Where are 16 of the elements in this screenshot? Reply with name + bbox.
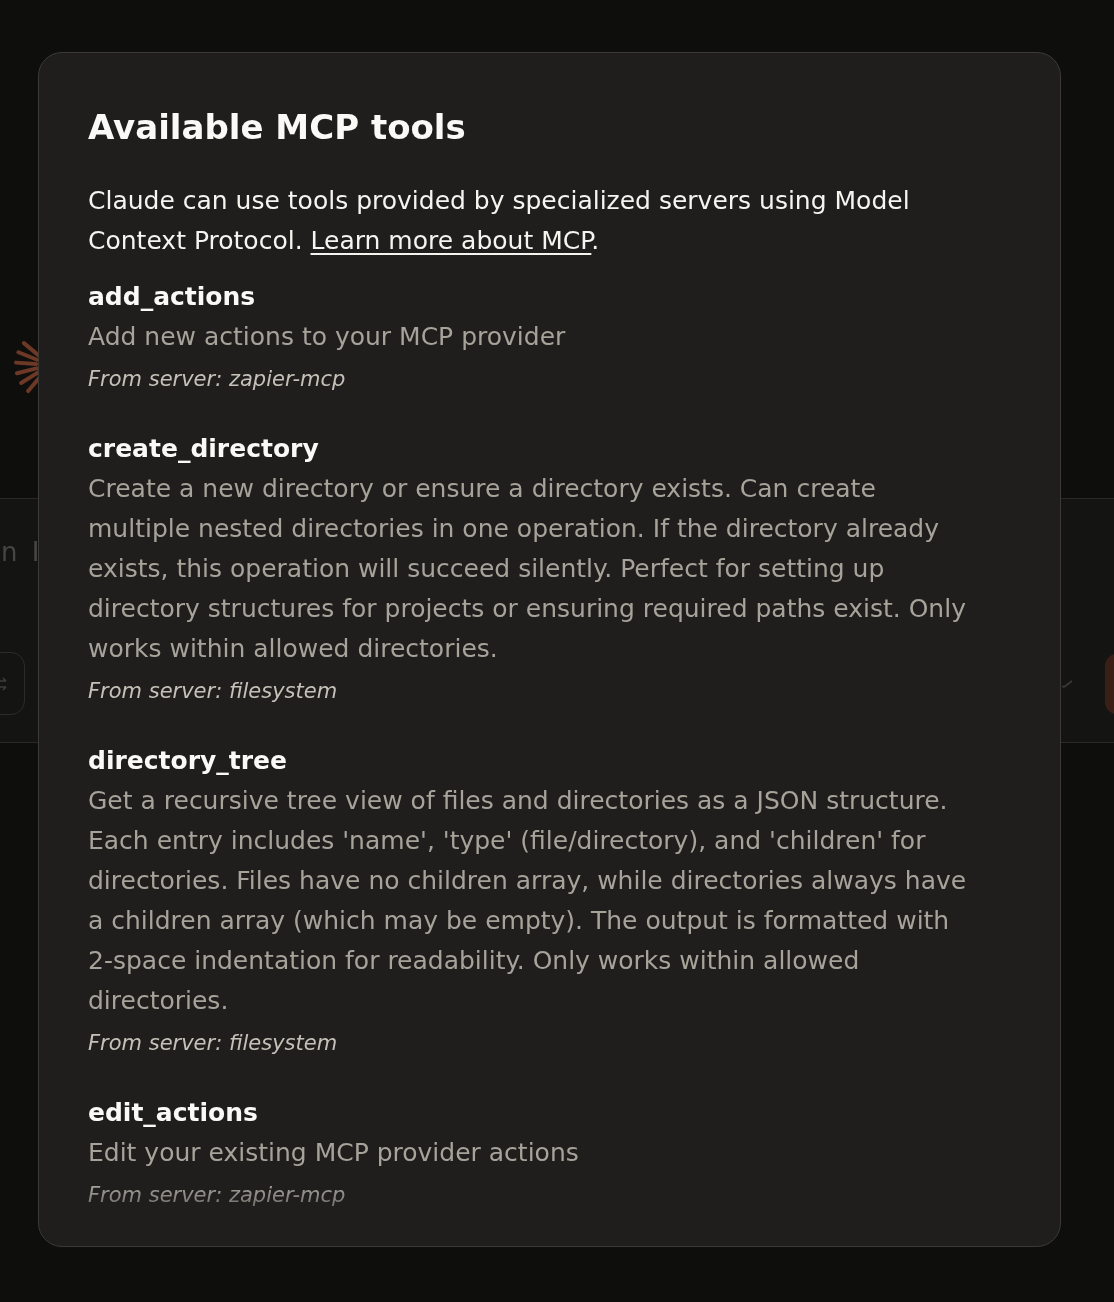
- tool-description: Get a recursive tree view of files and directories as a JSON structure. Each entry includes 'name', 'type' (file/directory), and 'children' for directories. Files have no children array, while directories always have a children array (which may be empty). The output is formatted with 2-space indentation for readability. Only works within allowed directories.: [88, 785, 968, 1017]
- learn-more-link[interactable]: Learn more about MCP: [310, 226, 592, 255]
- sliders-icon: [0, 676, 8, 691]
- tool-name: create_directory: [88, 433, 320, 465]
- tool-name: directory_tree: [88, 745, 288, 777]
- dialog-title: Available MCP tools: [88, 106, 467, 149]
- tool-server: From server: filesystem: [88, 1030, 339, 1057]
- intro-text: Claude can use tools provided by specialized servers using Model Context Protocol. Learn more about MCP.: [88, 185, 911, 257]
- tool-name: edit_actions: [88, 1097, 259, 1129]
- tool-description: Edit your existing MCP provider actions: [88, 1137, 580, 1169]
- tool-server: From server: zapier-mcp: [88, 366, 347, 393]
- tool-name: add_actions: [88, 281, 257, 313]
- tool-server: From server: filesystem: [88, 678, 339, 705]
- tool-description: Create a new directory or ensure a directory exists. Can create multiple nested directories in one operation. If the directory already exists, this operation will succeed silently. Perfect for setting up directory structures for projects or ensuring required paths exist. Only works within allowed directories.: [88, 473, 967, 665]
- tool-server: From server: zapier-mcp: [88, 1182, 347, 1209]
- tool-description: Add new actions to your MCP provider: [88, 321, 567, 353]
